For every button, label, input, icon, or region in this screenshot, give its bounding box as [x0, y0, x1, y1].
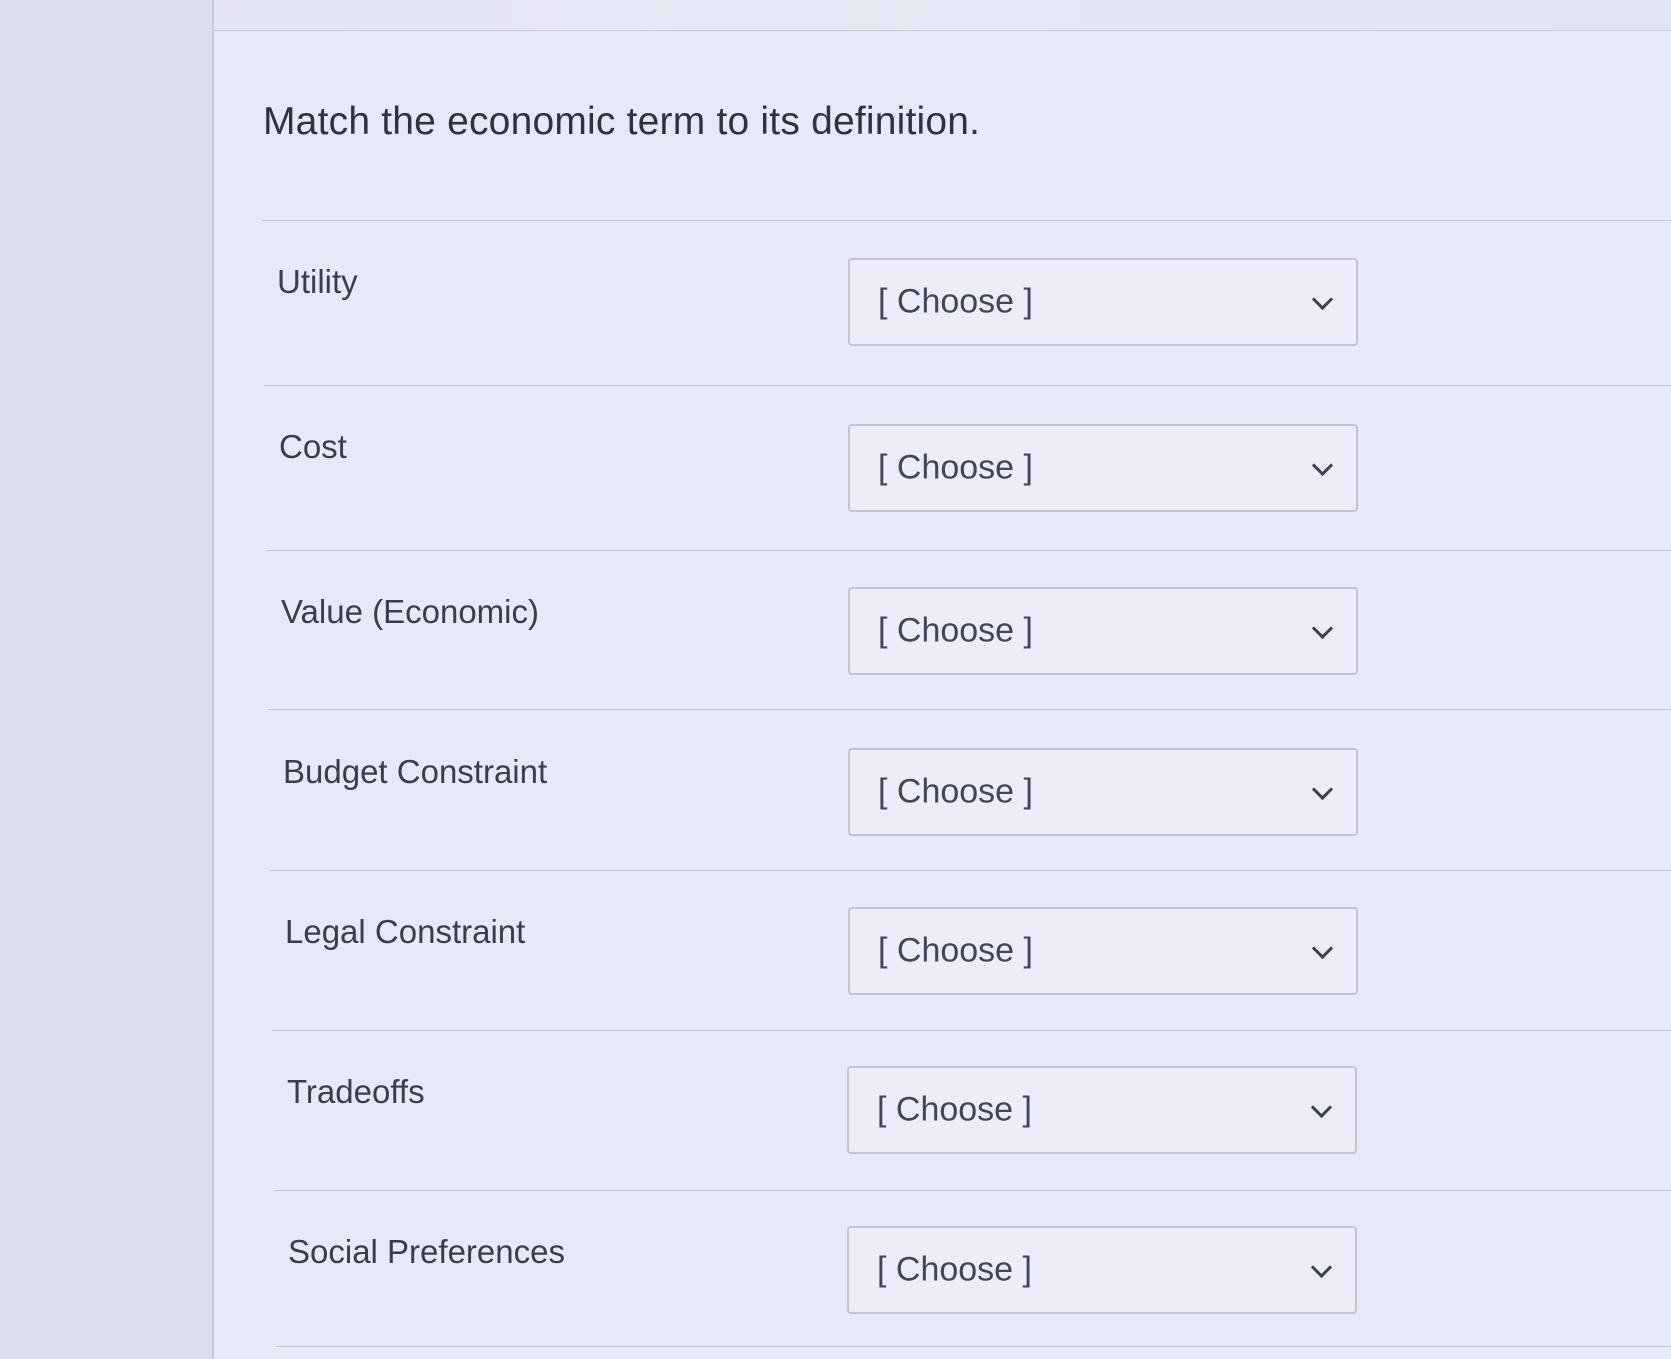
- select-value: [ Choose ]: [878, 611, 1033, 650]
- left-gutter: [0, 0, 214, 1359]
- chevron-down-icon: [1311, 617, 1334, 640]
- select-value: [ Choose ]: [878, 931, 1033, 970]
- term-label-value-economic: Value (Economic): [281, 593, 539, 630]
- term-label-legal-constraint: Legal Constraint: [285, 913, 526, 950]
- screen: Match the economic term to its definitio…: [0, 0, 1671, 1359]
- select-value-economic[interactable]: [ Choose ]: [848, 587, 1358, 675]
- term-label-cost: Cost: [279, 428, 347, 465]
- divider: [270, 870, 1671, 871]
- select-value: [ Choose ]: [878, 282, 1033, 321]
- select-value: [ Choose ]: [877, 1090, 1032, 1129]
- chevron-down-icon: [1310, 1096, 1333, 1119]
- chevron-down-icon: [1310, 1256, 1333, 1279]
- divider: [274, 1190, 1671, 1191]
- chevron-down-icon: [1311, 454, 1334, 477]
- term-label-utility: Utility: [277, 263, 358, 300]
- select-utility[interactable]: [ Choose ]: [848, 258, 1358, 346]
- divider: [266, 550, 1671, 551]
- select-value: [ Choose ]: [878, 448, 1033, 487]
- chevron-down-icon: [1311, 937, 1334, 960]
- term-label-tradeoffs: Tradeoffs: [287, 1073, 425, 1110]
- divider: [268, 709, 1671, 710]
- question-panel: [214, 30, 1671, 1359]
- select-budget-constraint[interactable]: [ Choose ]: [848, 748, 1358, 836]
- select-value: [ Choose ]: [878, 772, 1033, 811]
- select-social-preferences[interactable]: [ Choose ]: [847, 1226, 1357, 1314]
- divider: [262, 220, 1671, 221]
- question-prompt: Match the economic term to its definitio…: [263, 100, 981, 143]
- divider: [272, 1030, 1671, 1031]
- divider: [264, 385, 1671, 386]
- select-cost[interactable]: [ Choose ]: [848, 424, 1358, 512]
- select-value: [ Choose ]: [877, 1250, 1032, 1289]
- chevron-down-icon: [1311, 288, 1334, 311]
- divider: [276, 1346, 1671, 1347]
- term-label-social-preferences: Social Preferences: [288, 1233, 565, 1270]
- select-legal-constraint[interactable]: [ Choose ]: [848, 907, 1358, 995]
- chevron-down-icon: [1311, 778, 1334, 801]
- term-label-budget-constraint: Budget Constraint: [283, 753, 548, 790]
- select-tradeoffs[interactable]: [ Choose ]: [847, 1066, 1357, 1154]
